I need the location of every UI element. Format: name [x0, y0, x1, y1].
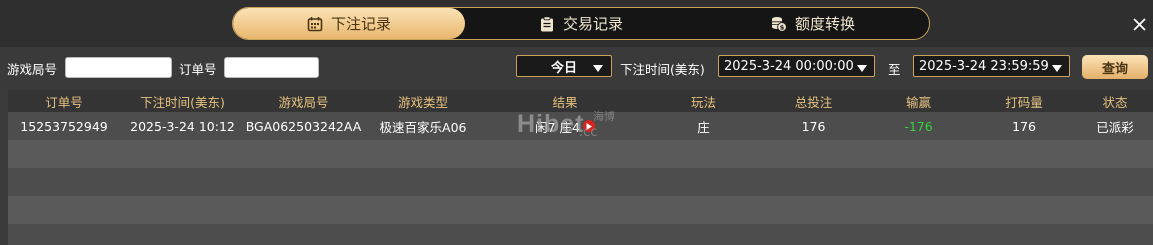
- date-range-value: 今日: [550, 60, 577, 76]
- coins-icon: $: [771, 16, 787, 32]
- column-header: 游戏局号: [278, 94, 329, 110]
- order-no-label: 订单号: [179, 62, 217, 77]
- top-bar: 下注记录 交易记录 $ 额度转换: [0, 0, 1153, 47]
- column-header: 打码量: [1005, 94, 1043, 110]
- tab-bet-records[interactable]: 下注记录: [233, 8, 465, 39]
- game-no-label: 游戏局号: [7, 62, 58, 77]
- clipboard-icon: [539, 15, 555, 32]
- column-header: 输赢: [905, 94, 931, 110]
- tab-label: 下注记录: [330, 15, 391, 33]
- column-header: 总投注: [794, 94, 833, 110]
- column-header: 订单号: [45, 94, 83, 110]
- status-cell: 已派彩: [1096, 119, 1134, 135]
- empty-row: [8, 168, 1153, 196]
- start-time-value: 2025-3-24 00:00:00: [724, 58, 854, 74]
- tab-label: 交易记录: [562, 15, 623, 33]
- result-text: 闲7 庄4: [535, 119, 580, 135]
- calendar-icon: [307, 16, 323, 32]
- chevron-down-icon: [1052, 62, 1062, 77]
- game-no-cell: BGA062503242AA: [245, 118, 362, 134]
- game-type-cell: 极速百家乐A06: [379, 119, 467, 135]
- table-header: 订单号 下注时间(美东) 游戏局号 游戏类型 结果 玩法 总投注 输赢 打码量 …: [8, 90, 1153, 112]
- column-header: 游戏类型: [397, 94, 448, 110]
- column-header: 结果: [552, 94, 578, 110]
- play-type-cell: 庄: [697, 119, 710, 135]
- start-time-select[interactable]: 2025-3-24 00:00:00: [718, 55, 875, 77]
- date-range-select[interactable]: 今日: [516, 55, 612, 77]
- win-loss-cell: -176: [904, 118, 933, 134]
- result-cell: 闲7 庄4: [484, 117, 646, 136]
- to-label: 至: [888, 62, 901, 77]
- bet-time-label: 下注时间(美东): [620, 62, 705, 77]
- column-header: 状态: [1102, 94, 1128, 110]
- game-no-input[interactable]: [65, 57, 172, 78]
- table-row[interactable]: 15253752949 2025-3-24 10:12 BGA062503242…: [8, 112, 1153, 140]
- query-button[interactable]: 查询: [1082, 55, 1148, 79]
- column-header: 玩法: [690, 94, 716, 110]
- close-icon[interactable]: [1131, 16, 1147, 32]
- filter-bar: 游戏局号 订单号 今日 下注时间(美东) 2025-3-24 00:00:00 …: [0, 47, 1153, 87]
- tab-credit-transfer[interactable]: $ 额度转换: [697, 8, 929, 39]
- total-bet-cell: 176: [801, 118, 826, 134]
- end-time-select[interactable]: 2025-3-24 23:59:59: [913, 55, 1070, 77]
- order-no-input[interactable]: [224, 57, 319, 78]
- play-icon[interactable]: [582, 120, 595, 132]
- chevron-down-icon: [857, 62, 867, 77]
- records-table: 订单号 下注时间(美东) 游戏局号 游戏类型 结果 玩法 总投注 输赢 打码量 …: [8, 90, 1153, 245]
- end-time-value: 2025-3-24 23:59:59: [919, 58, 1049, 74]
- empty-row: [8, 224, 1153, 245]
- empty-row: [8, 196, 1153, 224]
- tab-group: 下注记录 交易记录 $ 额度转换: [232, 7, 930, 40]
- column-header: 下注时间(美东): [140, 94, 225, 110]
- turnover-cell: 176: [1012, 118, 1036, 134]
- empty-row: [8, 140, 1153, 168]
- svg-text:$: $: [780, 23, 785, 31]
- bet-time-cell: 2025-3-24 10:12: [130, 118, 235, 134]
- chevron-down-icon: [593, 62, 603, 77]
- tab-transaction-records[interactable]: 交易记录: [465, 8, 697, 39]
- order-no-cell: 15253752949: [20, 118, 108, 134]
- tab-label: 额度转换: [794, 15, 855, 33]
